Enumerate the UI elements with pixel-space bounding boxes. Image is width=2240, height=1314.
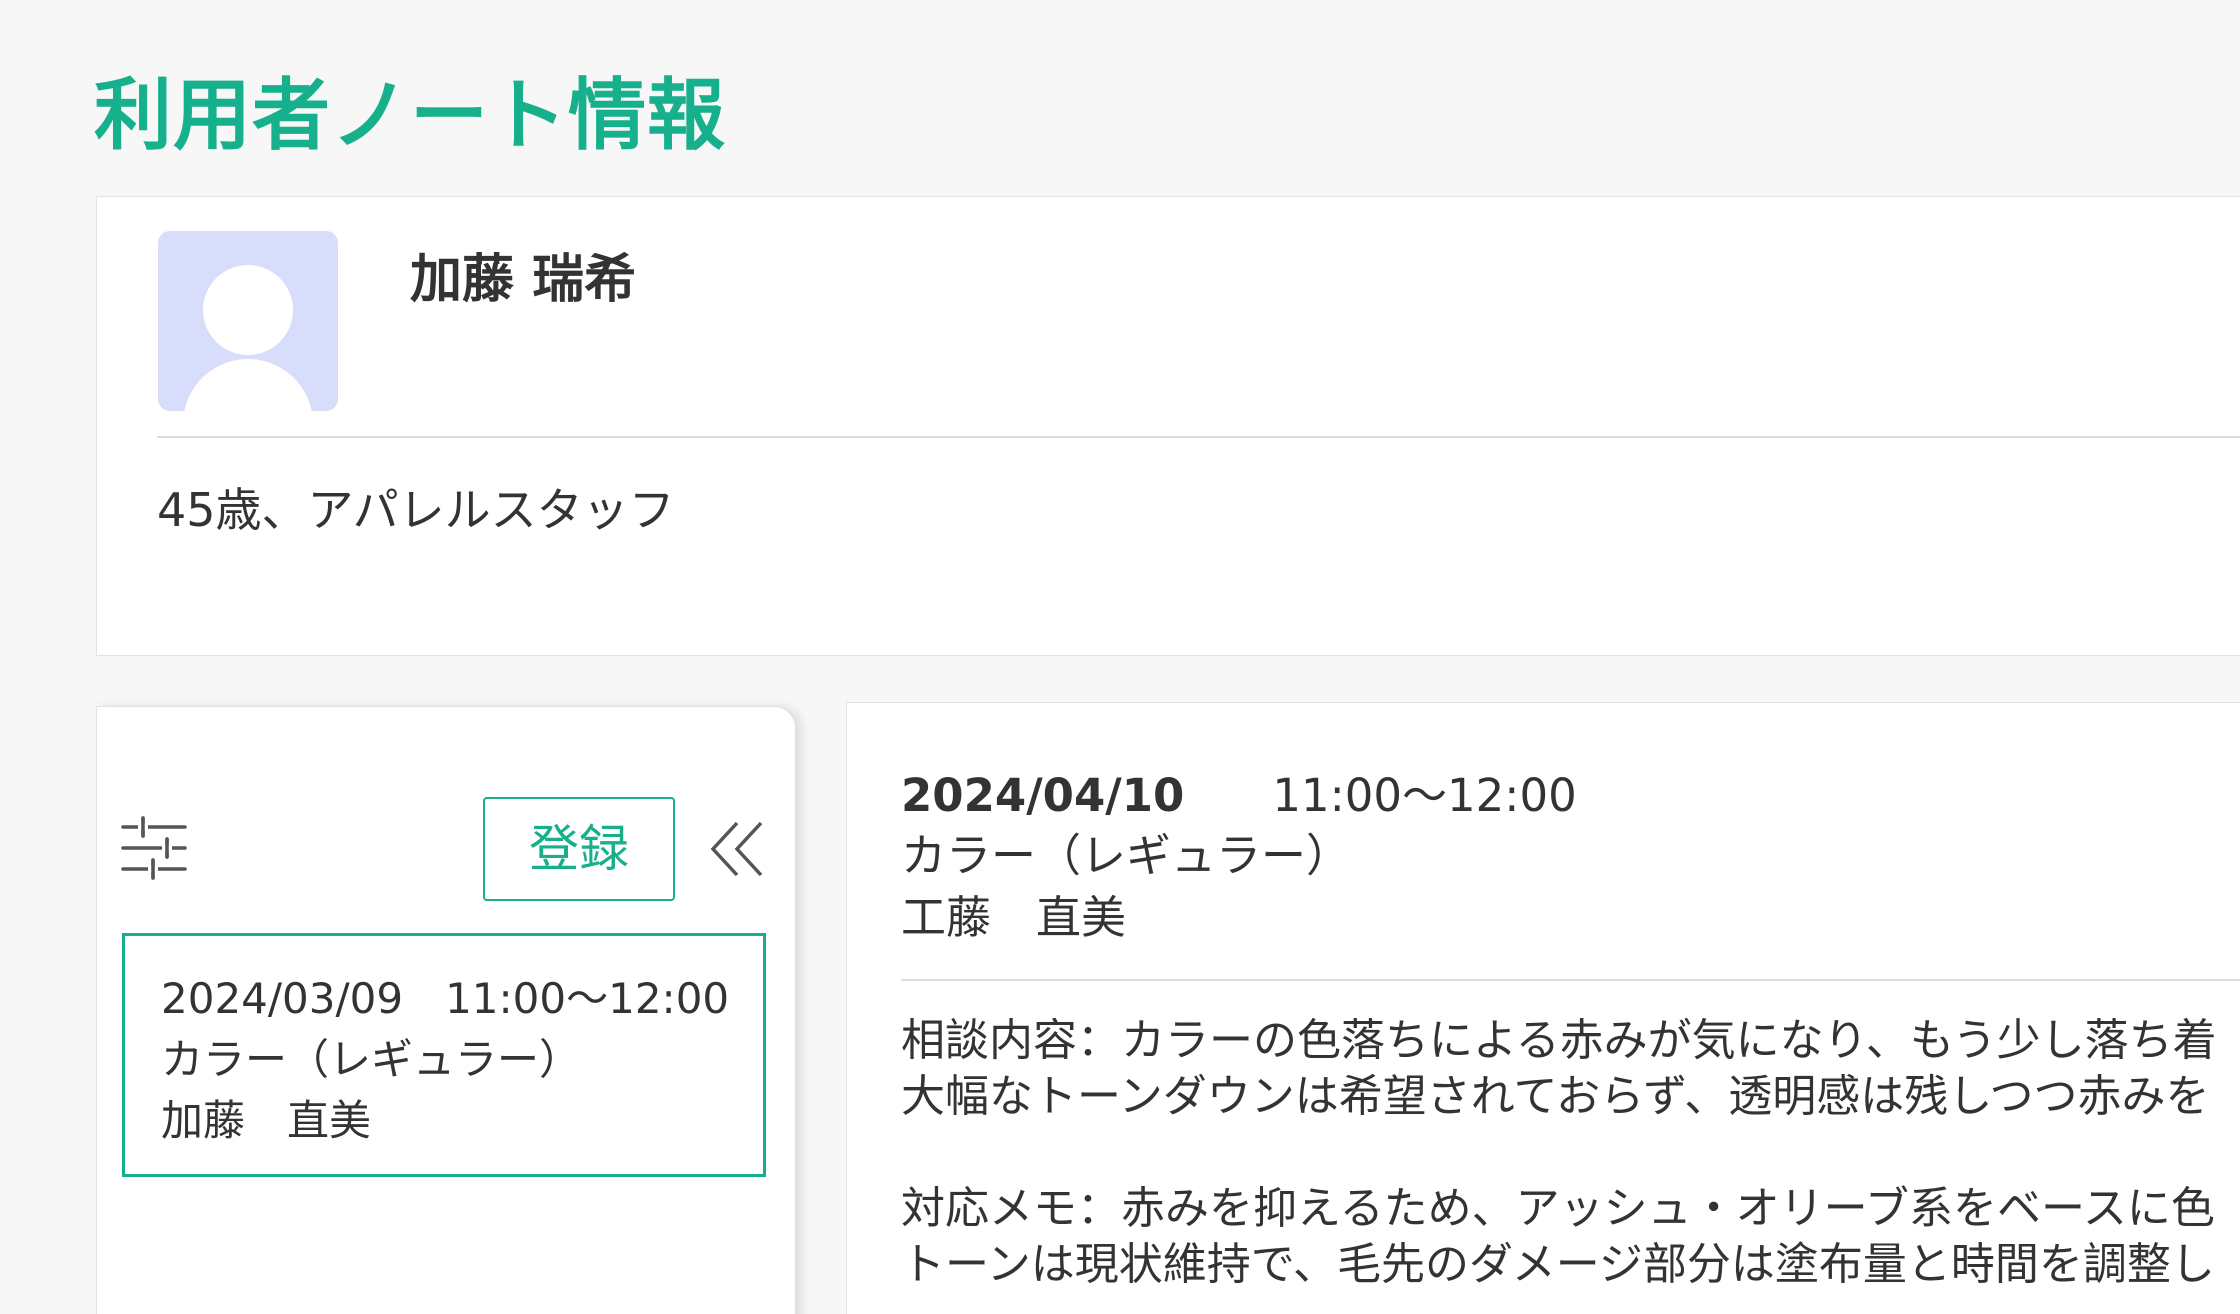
page-title: 利用者ノート情報 [94,71,727,161]
sliders-icon[interactable] [119,813,189,883]
profile-card: 加藤 瑞希 45歳、アパレルスタッフ [96,196,2240,656]
avatar-body [183,359,313,411]
double-chevron-left-icon[interactable] [709,819,765,879]
consultation-line: 大幅なトーンダウンは希望されておらず、透明感は残しつつ赤みを [901,1071,2210,1122]
detail-time: 11:00〜12:00 [1272,769,1577,822]
record-menu: カラー（レギュラー） [161,1035,582,1084]
detail-staff: 工藤 直美 [901,891,1127,944]
detail-menu: カラー（レギュラー） [901,829,1352,882]
profile-divider [157,436,2240,438]
user-avatar-icon [158,231,338,411]
record-staff: 加藤 直美 [161,1096,372,1145]
record-list-panel: 登録 2024/03/09 11:00〜12:00 カラー（レギュラー） 加藤 … [96,706,796,1314]
detail-notes: 相談内容：カラーの色落ちによる赤みが気になり、もう少し落ち着 大幅なトーンダウン… [901,1013,2240,1314]
user-description: 45歳、アパレルスタッフ [157,483,675,537]
memo-line: トーンは現状維持で、毛先のダメージ部分は塗布量と時間を調整し [901,1239,2215,1290]
record-datetime: 2024/03/09 11:00〜12:00 [161,974,730,1023]
detail-date: 2024/04/10 [901,769,1185,822]
page: 利用者ノート情報 加藤 瑞希 45歳、アパレルスタッフ 登録 2024/03/0… [0,0,2240,1314]
memo-paragraph: 対応メモ：赤みを抑えるため、アッシュ・オリーブ系をベースに色 トーンは現状維持で… [901,1181,2240,1293]
consultation-line: 相談内容：カラーの色落ちによる赤みが気になり、もう少し落ち着 [901,1015,2217,1066]
avatar-head [203,265,293,355]
record-detail-panel: 2024/04/10 11:00〜12:00 カラー（レギュラー） 工藤 直美 相… [846,702,2240,1314]
consultation-paragraph: 相談内容：カラーの色落ちによる赤みが気になり、もう少し落ち着 大幅なトーンダウン… [901,1013,2240,1125]
memo-line: 対応メモ：赤みを抑えるため、アッシュ・オリーブ系をベースに色 [901,1183,2215,1234]
detail-datetime: 2024/04/10 11:00〜12:00 [901,765,1577,827]
user-name: 加藤 瑞希 [410,250,637,310]
detail-divider [901,979,2240,981]
register-button[interactable]: 登録 [483,797,675,901]
record-list-item[interactable]: 2024/03/09 11:00〜12:00 カラー（レギュラー） 加藤 直美 [122,933,766,1177]
